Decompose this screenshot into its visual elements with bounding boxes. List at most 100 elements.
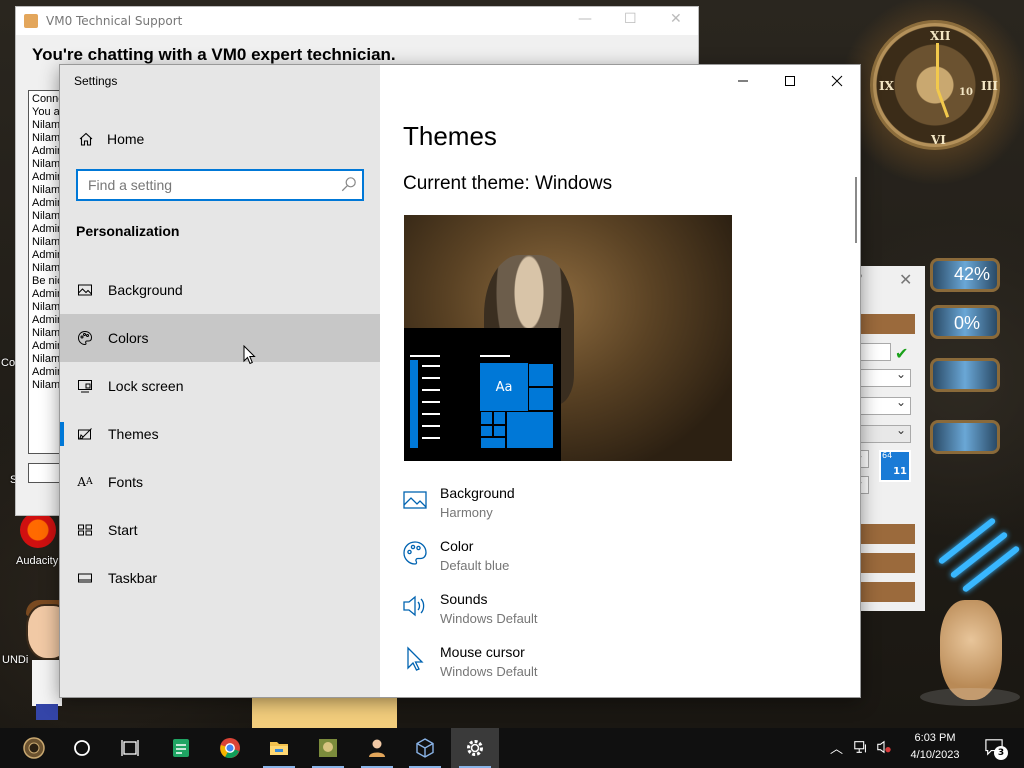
clock-numeral: III	[981, 79, 998, 93]
theme-setting-background[interactable]: Background Harmony	[402, 485, 842, 533]
minimize-icon	[738, 80, 748, 82]
maximize-button[interactable]	[767, 71, 813, 91]
network-icon[interactable]	[853, 739, 869, 759]
dialog-bar	[859, 314, 915, 334]
home-icon	[77, 130, 95, 148]
nav-item-label: Themes	[108, 426, 159, 442]
theme-setting-label: Background	[440, 485, 515, 501]
clock-numeral: 10	[959, 87, 973, 98]
nav-item-label: Fonts	[108, 474, 144, 490]
cortana-icon	[74, 740, 90, 756]
notification-count-badge: 3	[994, 746, 1008, 760]
taskbar-app-game[interactable]	[304, 728, 352, 768]
taskbar-app-chrome[interactable]	[206, 728, 254, 768]
chevron-up-icon[interactable]: ︿	[830, 738, 843, 757]
task-view-icon	[121, 740, 139, 756]
gauge-percent: 0%	[954, 313, 981, 333]
nav-item-background[interactable]: Background	[60, 266, 380, 314]
nav-item-colors[interactable]: Colors	[60, 314, 380, 362]
gauge-percent: 42%	[954, 264, 991, 284]
volume-muted-icon[interactable]	[876, 739, 892, 759]
theme-setting-label: Sounds	[440, 591, 488, 607]
theme-setting-sounds[interactable]: Sounds Windows Default	[402, 591, 842, 639]
nav-home[interactable]: Home	[60, 125, 380, 153]
taskbar-app-support[interactable]	[353, 728, 401, 768]
dialog-bar[interactable]	[859, 524, 915, 544]
dialog-field[interactable]	[859, 343, 891, 361]
action-center-button[interactable]: 3	[984, 738, 1008, 760]
hamster-mascot	[920, 600, 1020, 706]
cortana-button[interactable]	[58, 728, 106, 768]
nav-home-label: Home	[107, 131, 145, 147]
dialog-dropdown[interactable]	[859, 423, 911, 443]
preview-tile-text: Aa	[495, 379, 513, 395]
clock-numeral: VI	[931, 133, 946, 147]
close-button[interactable]	[814, 71, 860, 91]
nav-item-themes[interactable]: Themes	[60, 410, 380, 458]
theme-setting-label: Mouse cursor	[440, 644, 525, 660]
chat-titlebar[interactable]: VM0 Technical Support — ☐ ✕	[16, 7, 698, 35]
nav-item-lock-screen[interactable]: Lock screen	[60, 362, 380, 410]
dialog-dropdown[interactable]	[859, 395, 911, 415]
minimize-icon[interactable]: —	[578, 11, 592, 27]
dialog-bar[interactable]	[859, 553, 915, 573]
audacity-label[interactable]: Audacity	[16, 555, 58, 567]
task-view-button[interactable]	[106, 728, 154, 768]
mouse-pointer-icon	[243, 345, 256, 365]
palette-icon	[402, 540, 430, 568]
theme-setting-value: Default blue	[440, 558, 510, 573]
picture-icon	[76, 281, 94, 299]
palette-icon	[76, 329, 94, 347]
background-dialog[interactable]: ? ✕ ✔ 11 64	[849, 266, 925, 611]
support-app-icon	[24, 14, 38, 28]
steampunk-start-icon	[23, 737, 45, 759]
theme-setting-value: Windows Default	[440, 611, 538, 626]
nav-item-fonts[interactable]: AA Fonts	[60, 458, 380, 506]
start-button[interactable]	[10, 728, 58, 768]
nav-item-label: Colors	[108, 330, 149, 346]
content-scrollbar[interactable]	[855, 177, 857, 243]
taskbar-app-settings[interactable]	[451, 728, 499, 768]
maximize-icon[interactable]: ☐	[624, 11, 637, 27]
settings-nav-pane: Settings Home Personalization Background…	[60, 65, 380, 697]
theme-setting-mouse-cursor[interactable]: Mouse cursor Windows Default	[402, 644, 842, 692]
steampunk-clock-widget: XII III IX VI 10	[870, 20, 1000, 150]
taskbar-app-virtualbox[interactable]	[401, 728, 449, 768]
settings-window[interactable]: Settings Home Personalization Background…	[60, 65, 860, 697]
taskbar-app-file-explorer[interactable]	[255, 728, 303, 768]
find-setting-input[interactable]	[76, 169, 364, 201]
start-icon	[76, 521, 94, 539]
taskbar: ︿ 6:03 PM 4/10/2023 3	[0, 728, 1024, 768]
chat-window-title: VM0 Technical Support	[46, 14, 183, 28]
theme-preview[interactable]: Aa	[404, 215, 732, 461]
page-title: Themes	[403, 121, 497, 151]
nav-item-taskbar[interactable]: Taskbar	[60, 554, 380, 602]
audacity-icon[interactable]	[20, 512, 56, 548]
speaker-icon	[402, 593, 430, 621]
close-icon[interactable]: ✕	[899, 270, 912, 289]
cursor-icon	[402, 646, 430, 674]
theme-setting-value: Harmony	[440, 505, 493, 520]
sheets-icon	[173, 739, 189, 757]
close-icon	[831, 75, 843, 87]
taskbar-date[interactable]: 4/10/2023	[900, 749, 970, 761]
taskbar-app-sheets[interactable]	[157, 728, 205, 768]
clock-hand	[936, 88, 950, 118]
close-icon[interactable]: ✕	[670, 11, 682, 27]
dialog-dropdown[interactable]	[859, 367, 911, 387]
nav-item-label: Taskbar	[108, 570, 158, 586]
dialog-bar[interactable]	[859, 582, 915, 602]
theme-setting-color[interactable]: Color Default blue	[402, 538, 842, 586]
nav-section-heading: Personalization	[76, 223, 180, 239]
support-icon	[369, 739, 385, 757]
search-icon[interactable]	[340, 175, 358, 193]
settings-content-pane: Themes Current theme: Windows Aa Backgro…	[380, 65, 860, 697]
settings-window-title: Settings	[74, 74, 118, 88]
clock-numeral: IX	[879, 79, 894, 93]
minimize-button[interactable]	[720, 71, 766, 91]
taskbar-time[interactable]: 6:03 PM	[900, 732, 970, 744]
fonts-icon: AA	[77, 475, 93, 489]
desktop-label[interactable]: Co	[1, 357, 15, 369]
neon-tubes-widget	[932, 517, 1021, 598]
nav-item-start[interactable]: Start	[60, 506, 380, 554]
